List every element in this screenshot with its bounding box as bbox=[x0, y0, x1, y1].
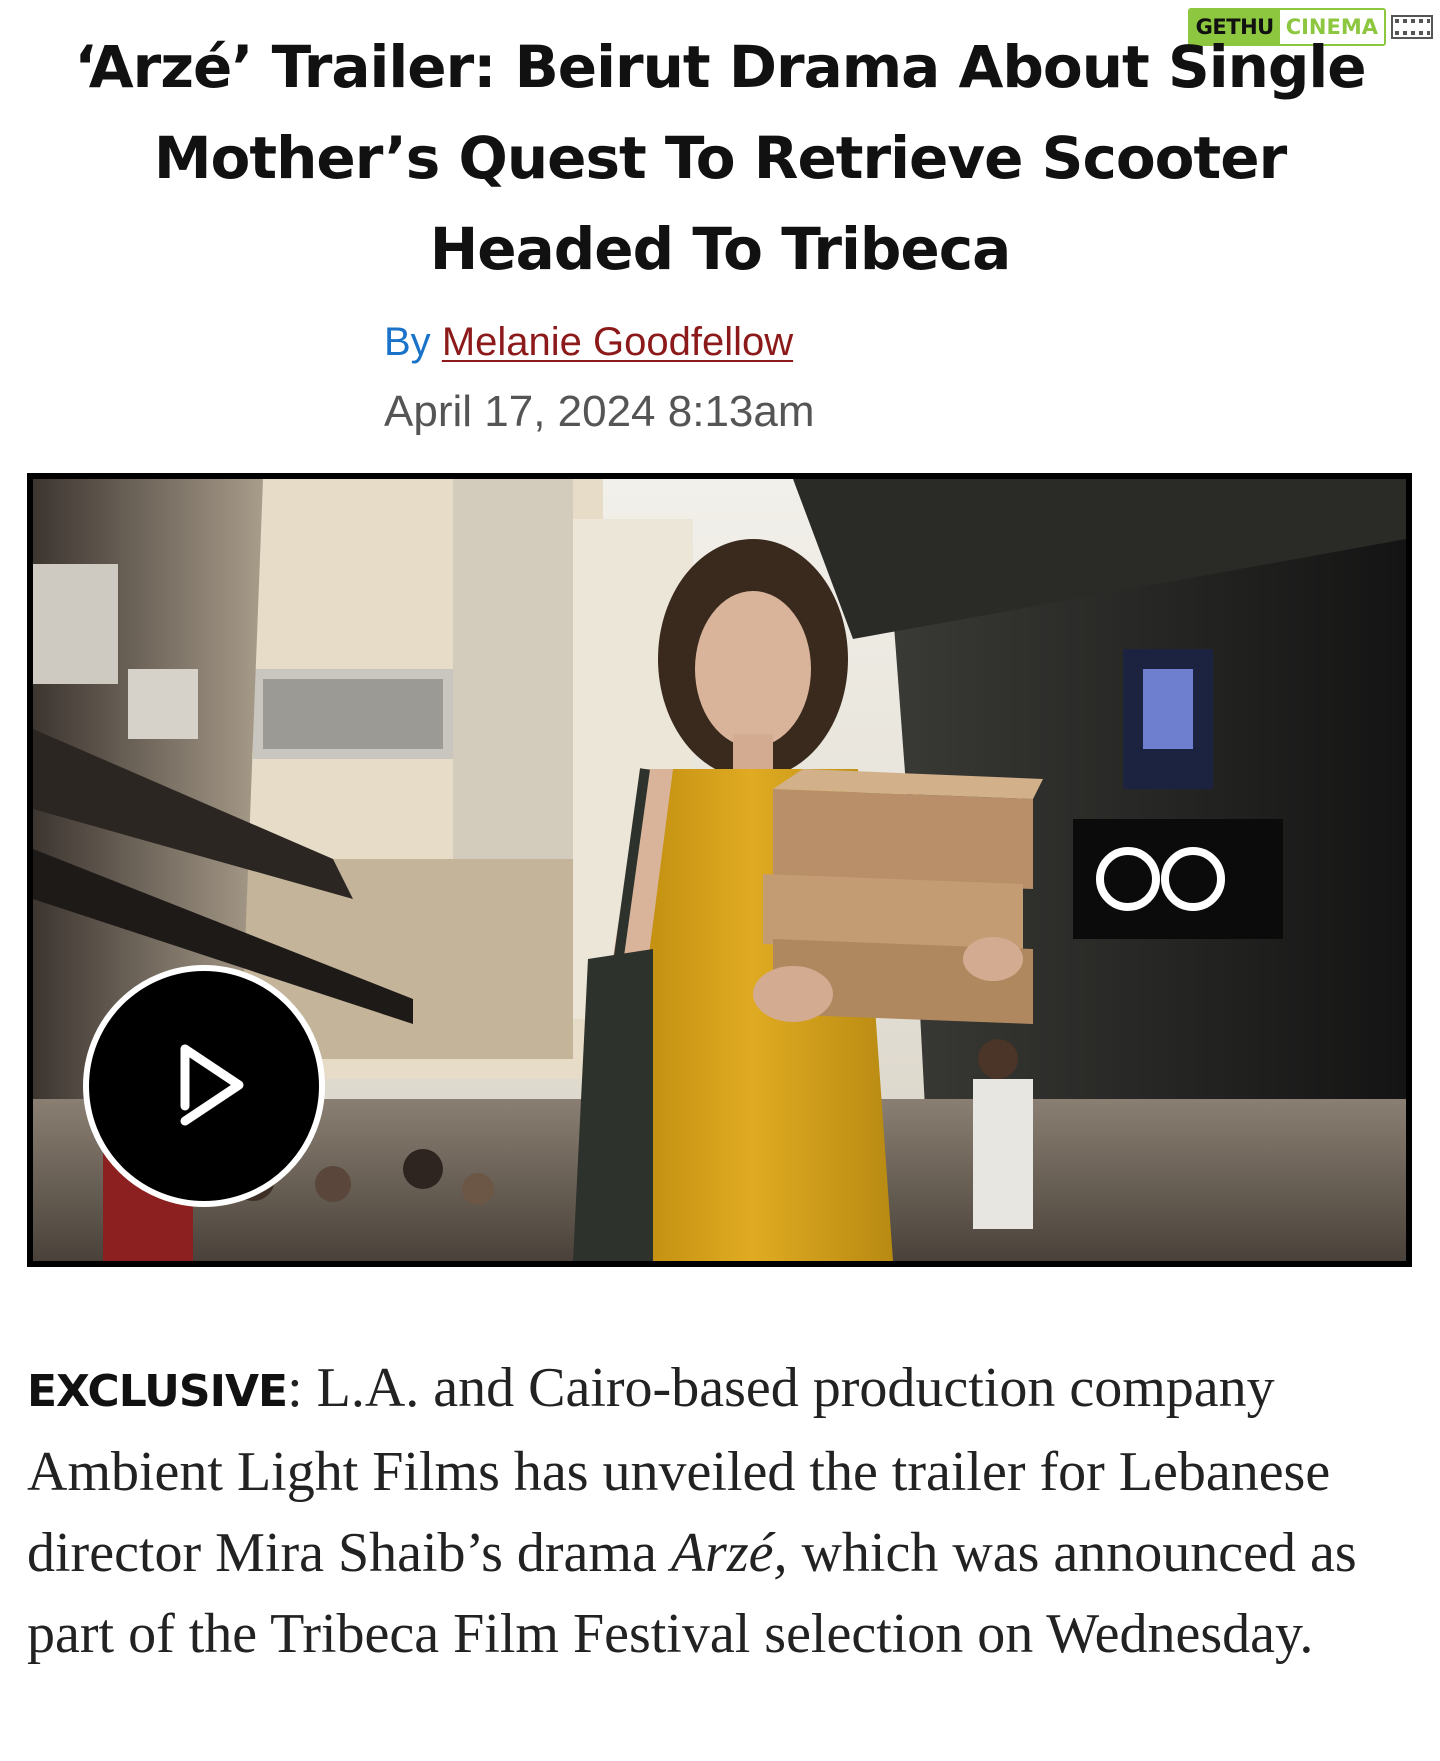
publish-date: April 17, 2024 8:13am bbox=[384, 387, 815, 436]
byline-prefix: By bbox=[384, 320, 431, 364]
article-headline: ‘Arzé’ Trailer: Beirut Drama About Singl… bbox=[74, 33, 1366, 283]
film-title: Arzé, bbox=[670, 1522, 788, 1584]
hero-video[interactable] bbox=[27, 473, 1412, 1267]
author-link[interactable]: Melanie Goodfellow bbox=[442, 320, 793, 364]
film-reel-icon bbox=[1390, 10, 1434, 44]
play-button[interactable] bbox=[83, 965, 325, 1207]
play-icon bbox=[180, 1044, 244, 1126]
byline: By Melanie Goodfellow bbox=[384, 318, 793, 366]
article-body: EXCLUSIVE: L.A. and Cairo-based producti… bbox=[27, 1348, 1417, 1675]
kicker-separator: : bbox=[287, 1357, 317, 1419]
exclusive-kicker: EXCLUSIVE bbox=[27, 1366, 288, 1417]
